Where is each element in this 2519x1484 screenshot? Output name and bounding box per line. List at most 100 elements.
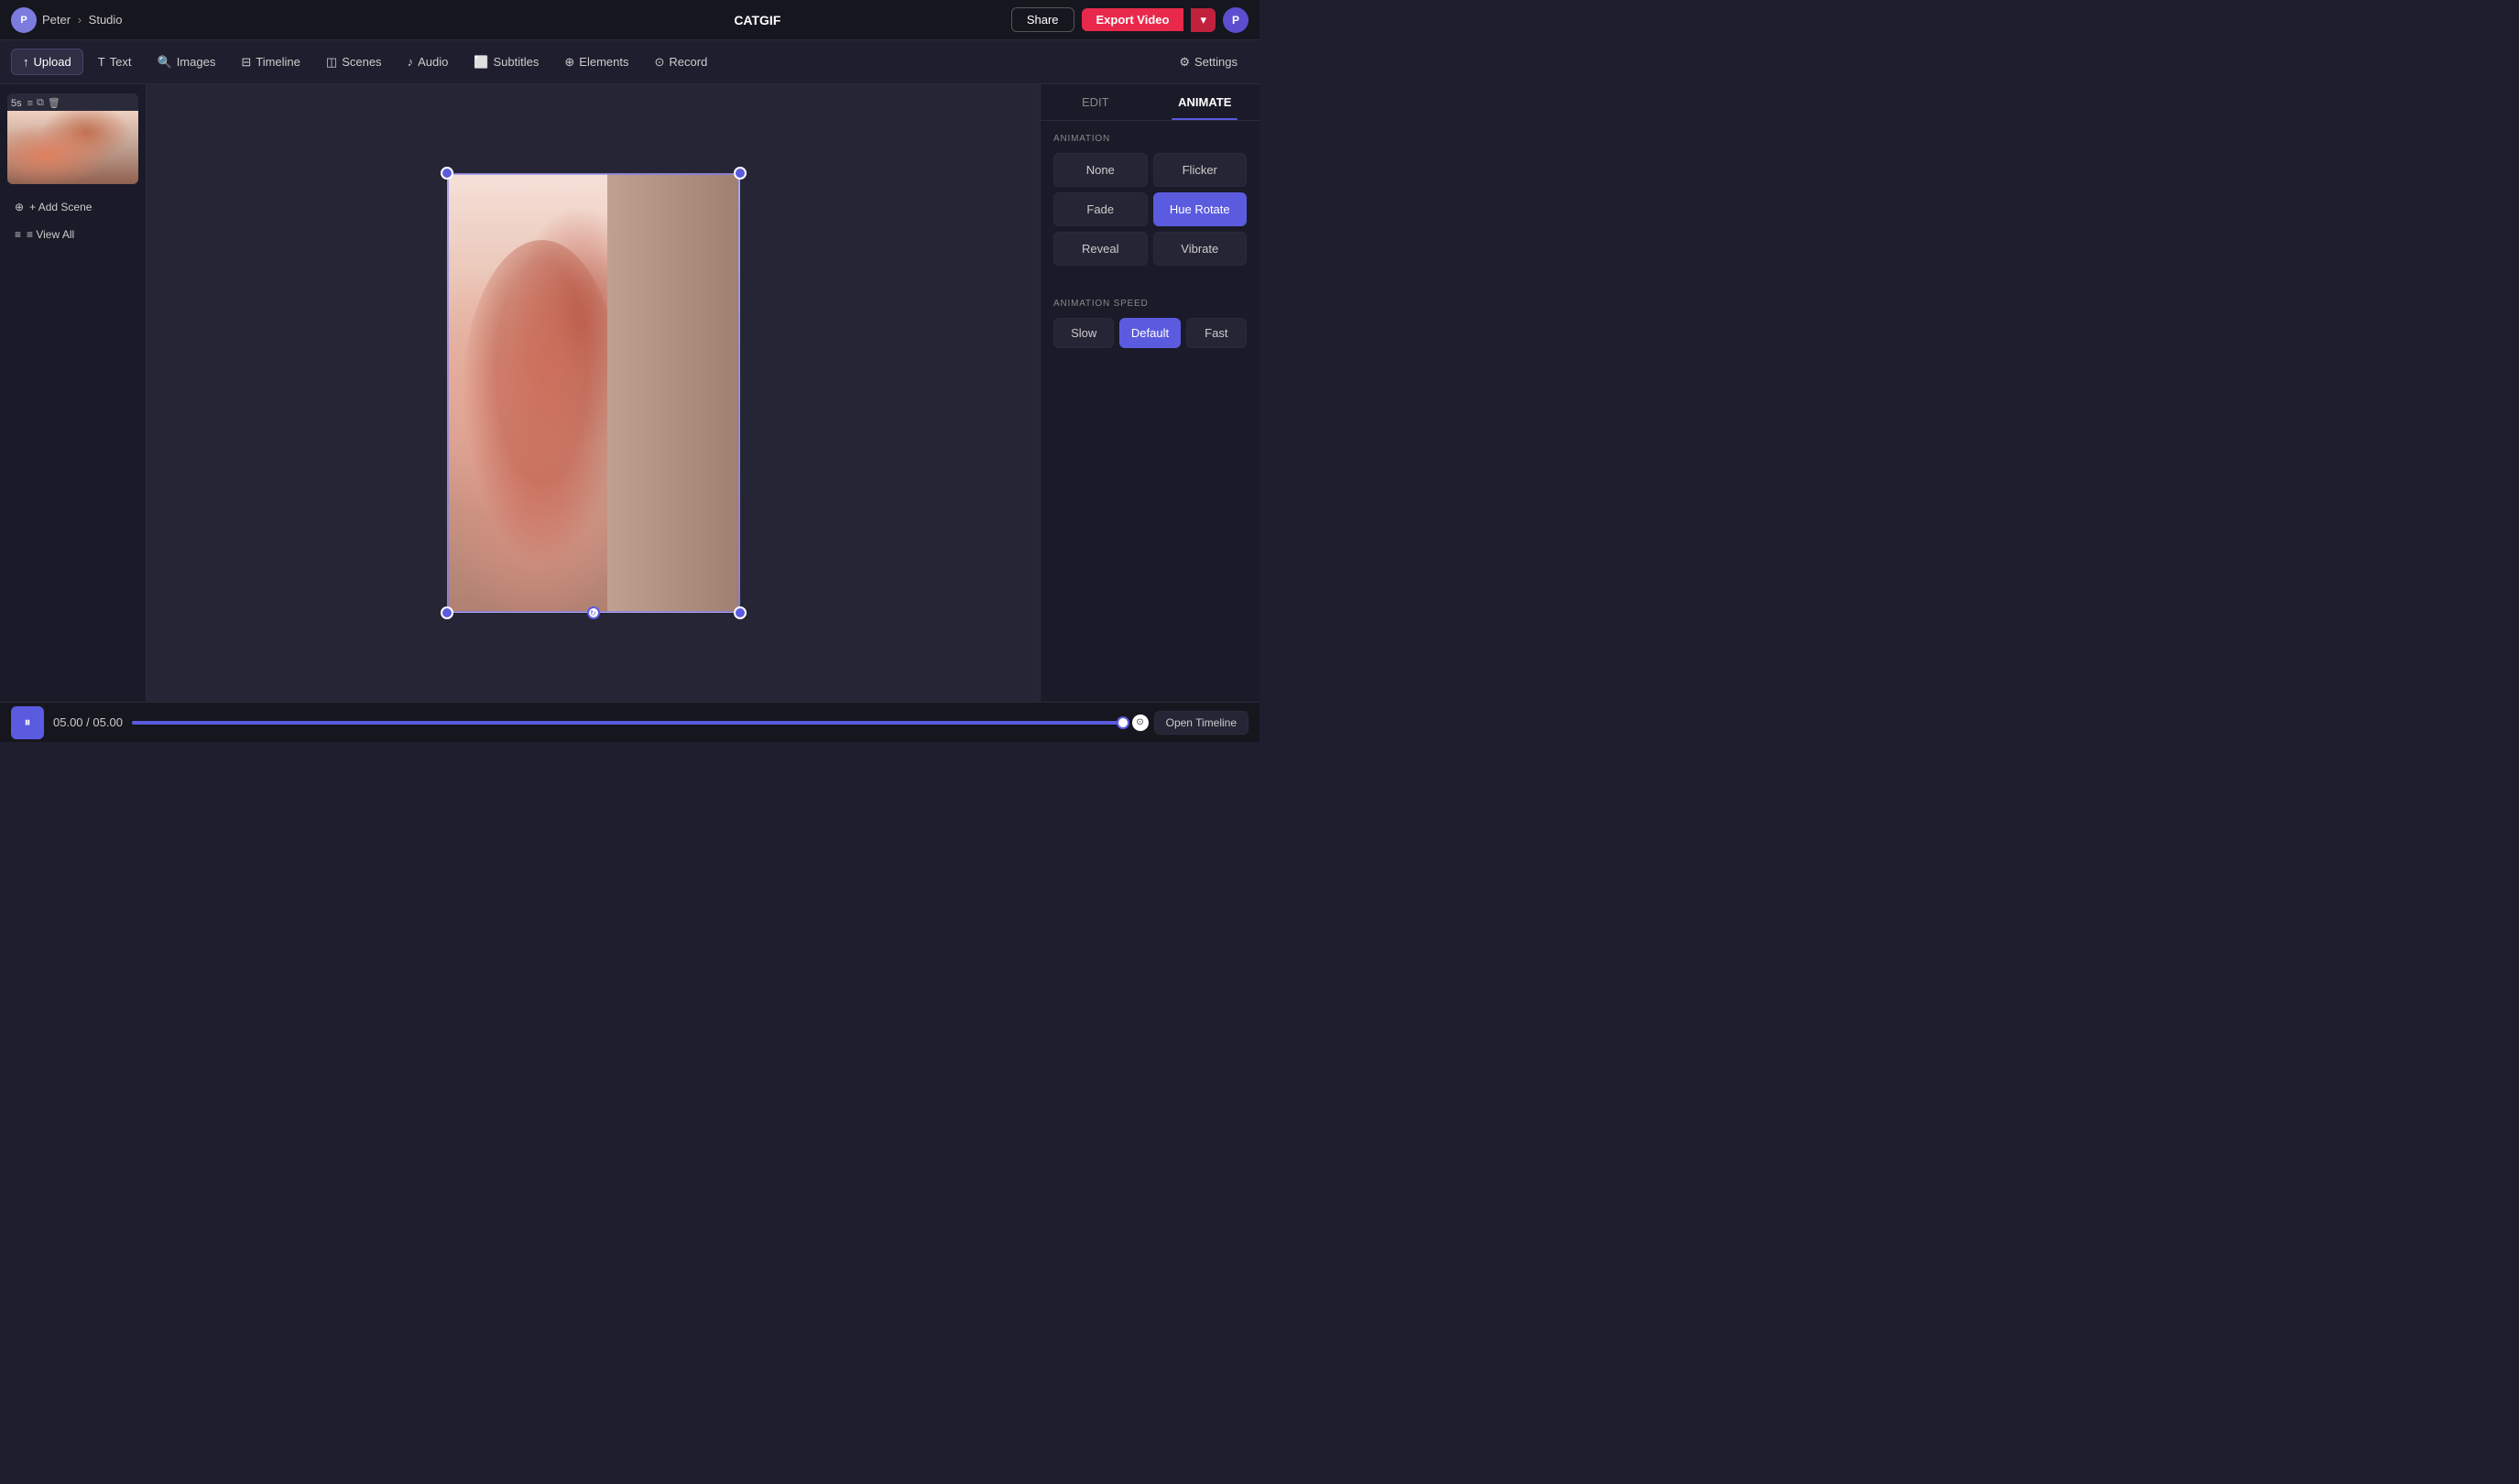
animation-none-button[interactable]: None	[1053, 153, 1148, 187]
view-all-label: ≡ View All	[27, 228, 74, 241]
animation-reveal-button[interactable]: Reveal	[1053, 232, 1148, 266]
images-button[interactable]: 🔍 Images	[147, 49, 227, 75]
scenes-label: Scenes	[342, 55, 381, 69]
elements-label: Elements	[579, 55, 628, 69]
timeline-icon: ⊟	[241, 55, 251, 70]
main-layout: 5s ≡ ⧉ 🗑 ⊕ + Add Scene ≡ ≡ View All	[0, 84, 1260, 702]
timeline-progress-bar[interactable]	[132, 721, 1123, 725]
right-panel: EDIT ANIMATE ANIMATION None Flicker Fade…	[1040, 84, 1260, 702]
subtitles-label: Subtitles	[494, 55, 540, 69]
elements-button[interactable]: ⊕ Elements	[553, 49, 639, 75]
canvas-image	[447, 173, 740, 613]
total-time: 05.00	[93, 715, 123, 729]
text-icon: T	[98, 55, 105, 69]
images-label: Images	[177, 55, 216, 69]
timeline-progress-fill	[132, 721, 1123, 725]
export-dropdown-button[interactable]: ▾	[1191, 8, 1216, 32]
handle-bottom-right[interactable]	[734, 606, 747, 619]
audio-icon: ♪	[408, 55, 414, 69]
subtitles-icon: ⬜	[474, 55, 488, 70]
sidebar-actions: ⊕ + Add Scene ≡ ≡ View All	[7, 195, 138, 246]
tab-edit[interactable]: EDIT	[1041, 84, 1150, 120]
breadcrumb-studio[interactable]: Studio	[89, 13, 123, 27]
timeline-label: Timeline	[256, 55, 300, 69]
export-video-button[interactable]: Export Video	[1082, 8, 1184, 31]
share-button[interactable]: Share	[1011, 7, 1074, 32]
scene-image	[7, 111, 138, 184]
settings-button[interactable]: ⚙ Settings	[1168, 49, 1249, 75]
view-all-icon: ≡	[15, 228, 21, 241]
add-scene-icon: ⊕	[15, 201, 24, 213]
open-timeline-area: ⊙ Open Timeline	[1132, 711, 1249, 735]
breadcrumb: Peter › Studio	[42, 13, 123, 27]
pause-button[interactable]: ⏸	[11, 706, 44, 739]
scenes-icon: ◫	[326, 55, 337, 70]
tab-animate[interactable]: ANIMATE	[1150, 84, 1260, 120]
top-bar-left: P Peter › Studio	[11, 7, 504, 33]
scene-controls: 5s ≡ ⧉ 🗑	[7, 93, 138, 111]
scene-align-icon: ≡	[27, 98, 33, 109]
speed-grid: Slow Default Fast	[1053, 318, 1247, 348]
breadcrumb-sep: ›	[78, 13, 82, 27]
audio-label: Audio	[418, 55, 448, 69]
pause-icon: ⏸	[25, 715, 31, 730]
panel-tabs: EDIT ANIMATE	[1041, 84, 1260, 121]
scene-image-inner	[7, 111, 138, 184]
handle-bottom-left[interactable]	[441, 606, 453, 619]
speed-default-button[interactable]: Default	[1119, 318, 1180, 348]
record-icon: ⊙	[654, 55, 664, 70]
sidebar: 5s ≡ ⧉ 🗑 ⊕ + Add Scene ≡ ≡ View All	[0, 84, 147, 702]
speed-section-label: ANIMATION SPEED	[1053, 299, 1247, 309]
scenes-button[interactable]: ◫ Scenes	[315, 49, 393, 75]
upload-label: Upload	[34, 55, 71, 69]
user-initial: P	[1232, 14, 1239, 27]
animation-vibrate-button[interactable]: Vibrate	[1153, 232, 1248, 266]
handle-top-left[interactable]	[441, 167, 453, 180]
timeline-circle-inner: ⊙	[1136, 717, 1143, 727]
top-bar-right: Share Export Video ▾ P	[1011, 7, 1249, 33]
images-icon: 🔍	[158, 55, 172, 70]
bottom-bar: ⏸ 05.00 / 05.00 ⊙ Open Timeline	[0, 702, 1260, 742]
animation-flicker-button[interactable]: Flicker	[1153, 153, 1248, 187]
handle-bottom-center[interactable]: ↻	[587, 606, 600, 619]
user-avatar-small: P	[11, 7, 37, 33]
user-initial-small: P	[20, 15, 27, 26]
view-all-button[interactable]: ≡ ≡ View All	[7, 223, 138, 246]
timeline-button[interactable]: ⊟ Timeline	[230, 49, 311, 75]
animation-grid: None Flicker Fade Hue Rotate Reveal Vibr…	[1053, 153, 1247, 266]
animation-section: ANIMATION None Flicker Fade Hue Rotate R…	[1041, 121, 1260, 286]
scene-thumbnail[interactable]: 5s ≡ ⧉ 🗑	[7, 93, 138, 184]
audio-button[interactable]: ♪ Audio	[397, 49, 460, 74]
record-button[interactable]: ⊙ Record	[643, 49, 718, 75]
timeline-circle-icon: ⊙	[1132, 715, 1149, 731]
text-button[interactable]: T Text	[87, 49, 143, 74]
animation-hue-rotate-button[interactable]: Hue Rotate	[1153, 192, 1248, 226]
settings-icon: ⚙	[1179, 55, 1190, 70]
scene-copy-icon[interactable]: ⧉	[37, 97, 44, 109]
subtitles-button[interactable]: ⬜ Subtitles	[463, 49, 550, 75]
toolbar: ↑ Upload T Text 🔍 Images ⊟ Timeline ◫ Sc…	[0, 40, 1260, 84]
speed-slow-button[interactable]: Slow	[1053, 318, 1114, 348]
open-timeline-button[interactable]: Open Timeline	[1154, 711, 1249, 735]
upload-icon: ↑	[23, 55, 29, 69]
current-time: 05.00	[53, 715, 83, 729]
top-bar: P Peter › Studio CATGIF Share Export Vid…	[0, 0, 1260, 40]
settings-label: Settings	[1194, 55, 1238, 69]
add-scene-button[interactable]: ⊕ + Add Scene	[7, 195, 138, 219]
scene-time: 5s	[11, 98, 22, 109]
scene-delete-icon[interactable]: 🗑	[48, 97, 60, 109]
speed-fast-button[interactable]: Fast	[1186, 318, 1247, 348]
breadcrumb-user[interactable]: Peter	[42, 13, 71, 27]
animation-fade-button[interactable]: Fade	[1053, 192, 1148, 226]
speed-section: ANIMATION SPEED Slow Default Fast	[1041, 286, 1260, 355]
time-display: 05.00 / 05.00	[53, 715, 123, 729]
canvas-container[interactable]: ↻	[447, 173, 740, 613]
upload-button[interactable]: ↑ Upload	[11, 49, 83, 75]
user-avatar[interactable]: P	[1223, 7, 1249, 33]
project-title: CATGIF	[511, 13, 1004, 27]
handle-top-right[interactable]	[734, 167, 747, 180]
record-label: Record	[669, 55, 707, 69]
timeline-scrubber[interactable]	[1117, 716, 1129, 729]
text-label: Text	[110, 55, 132, 69]
add-scene-label: + Add Scene	[29, 201, 92, 213]
